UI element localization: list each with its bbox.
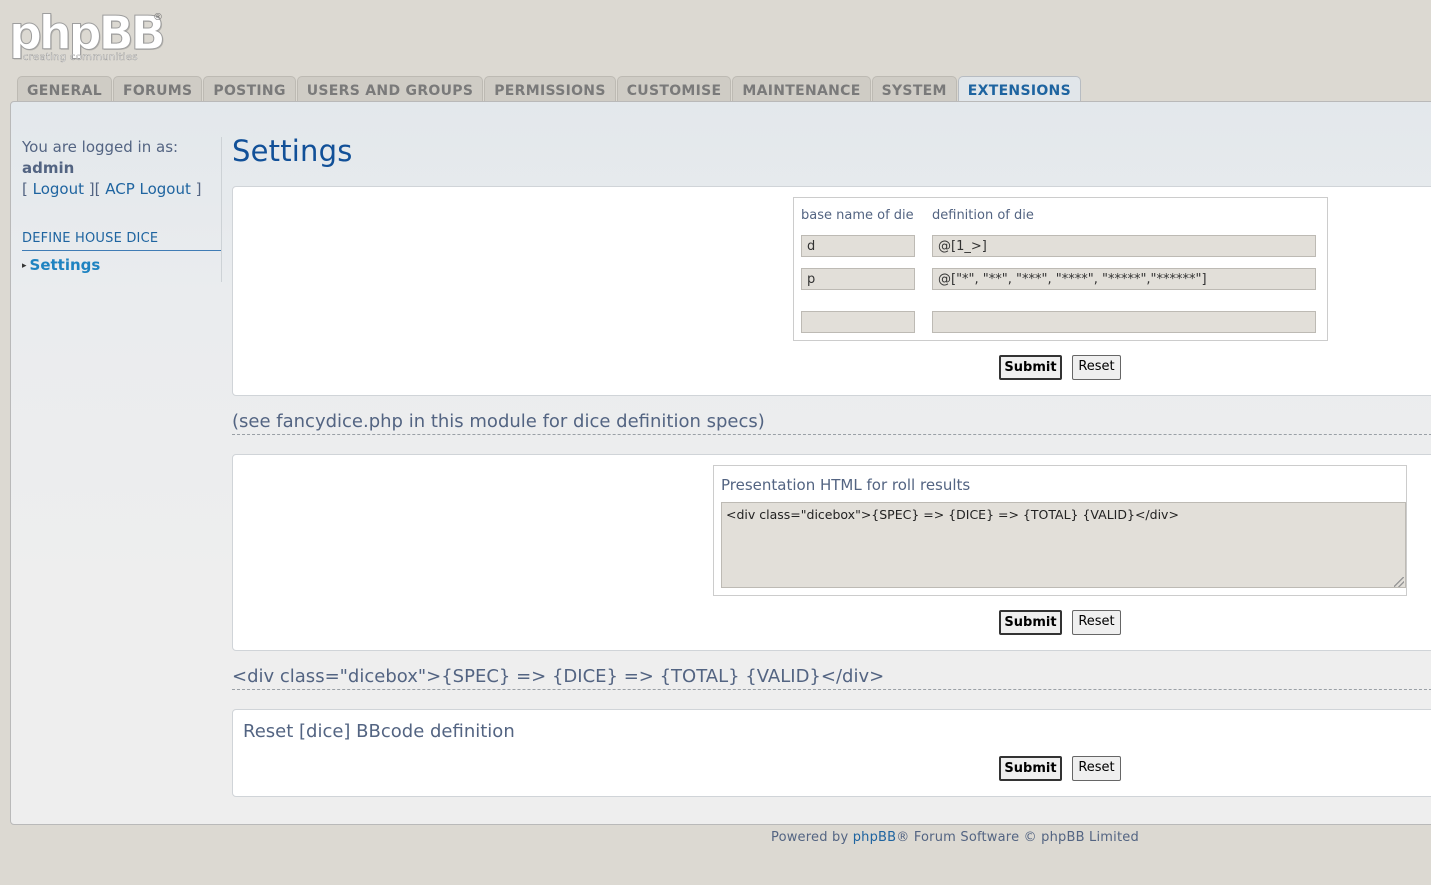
dice-definition-note: (see fancydice.php in this module for di… bbox=[232, 411, 1431, 435]
reset-button[interactable]: Reset bbox=[1072, 756, 1121, 781]
bracket-mid: ][ bbox=[83, 180, 106, 198]
sidebar-category-define-house-dice: DEFINE HOUSE DICE bbox=[22, 228, 222, 251]
username: admin bbox=[22, 159, 75, 177]
tab-permissions[interactable]: PERMISSIONS bbox=[484, 76, 616, 101]
presentation-preview: <div class="dicebox">{SPEC} => {DICE} =>… bbox=[232, 666, 1431, 690]
footer: Powered by phpBB® Forum Software © phpBB… bbox=[771, 830, 1139, 845]
logged-in-label: You are logged in as: bbox=[22, 138, 179, 156]
dice-definition-table: base name of die definition of die d @[1… bbox=[793, 197, 1328, 341]
tab-forums[interactable]: FORUMS bbox=[112, 76, 203, 101]
tab-posting[interactable]: POSTING bbox=[203, 76, 296, 101]
logout-links: [ Logout ][ ACP Logout ] bbox=[22, 179, 222, 200]
reset-button[interactable]: Reset bbox=[1072, 355, 1121, 380]
die-name-input[interactable]: p bbox=[801, 268, 915, 290]
logout-link[interactable]: Logout bbox=[33, 180, 84, 198]
sidebar-item-settings[interactable]: ▸ Settings bbox=[22, 255, 222, 279]
submit-button[interactable]: Submit bbox=[999, 355, 1062, 380]
bbcode-reset-form: Reset [dice] BBcode definition bbox=[232, 709, 1431, 797]
reset-button[interactable]: Reset bbox=[1072, 610, 1121, 635]
arrow-right-icon: ▸ bbox=[22, 261, 27, 271]
acp-logout-link[interactable]: ACP Logout bbox=[105, 180, 191, 198]
main-tabs: GENERAL FORUMS POSTING USERS AND GROUPS … bbox=[17, 76, 1082, 103]
die-definition-input[interactable]: @[1_>] bbox=[932, 235, 1316, 257]
submit-button[interactable]: Submit bbox=[999, 756, 1062, 781]
tab-customise[interactable]: CUSTOMISE bbox=[616, 76, 732, 101]
sidebar-divider bbox=[221, 137, 222, 282]
presentation-label: Presentation HTML for roll results bbox=[721, 476, 971, 494]
bracket-close: ] bbox=[190, 180, 202, 198]
tab-extensions[interactable]: EXTENSIONS bbox=[957, 76, 1081, 103]
footer-copyright: ® Forum Software © phpBB Limited bbox=[896, 830, 1139, 845]
tab-users-and-groups[interactable]: USERS AND GROUPS bbox=[296, 76, 484, 101]
bracket-open: [ bbox=[22, 180, 33, 198]
phpbb-link[interactable]: phpBB bbox=[853, 830, 897, 845]
sidebar-item-label: Settings bbox=[29, 256, 101, 274]
tab-system[interactable]: SYSTEM bbox=[871, 76, 957, 101]
phpbb-logo[interactable]: phpBB ® creating communities bbox=[9, 6, 169, 66]
presentation-html-textarea[interactable]: <div class="dicebox">{SPEC} => {DICE} =>… bbox=[721, 502, 1406, 588]
logo-registered-mark: ® bbox=[153, 12, 163, 23]
tab-maintenance[interactable]: MAINTENANCE bbox=[732, 76, 871, 101]
die-name-input[interactable]: d bbox=[801, 235, 915, 257]
tab-general[interactable]: GENERAL bbox=[17, 76, 112, 101]
page-title: Settings bbox=[232, 134, 353, 168]
resize-grip-icon[interactable] bbox=[1394, 577, 1404, 587]
die-definition-input[interactable] bbox=[932, 311, 1316, 333]
footer-powered-by: Powered by bbox=[771, 830, 853, 845]
submit-button[interactable]: Submit bbox=[999, 610, 1062, 635]
sidebar-menu: You are logged in as: admin [ Logout ][ … bbox=[22, 137, 222, 282]
die-definition-input[interactable]: @["*", "**", "***", "****", "*****","***… bbox=[932, 268, 1316, 290]
presentation-fieldset: Presentation HTML for roll results <div … bbox=[713, 465, 1407, 596]
bbcode-reset-label: Reset [dice] BBcode definition bbox=[243, 721, 515, 742]
die-name-input[interactable] bbox=[801, 311, 915, 333]
column-header-definition: definition of die bbox=[932, 208, 1034, 223]
logo-tagline: creating communities bbox=[23, 52, 138, 63]
column-header-name: base name of die bbox=[801, 208, 914, 223]
